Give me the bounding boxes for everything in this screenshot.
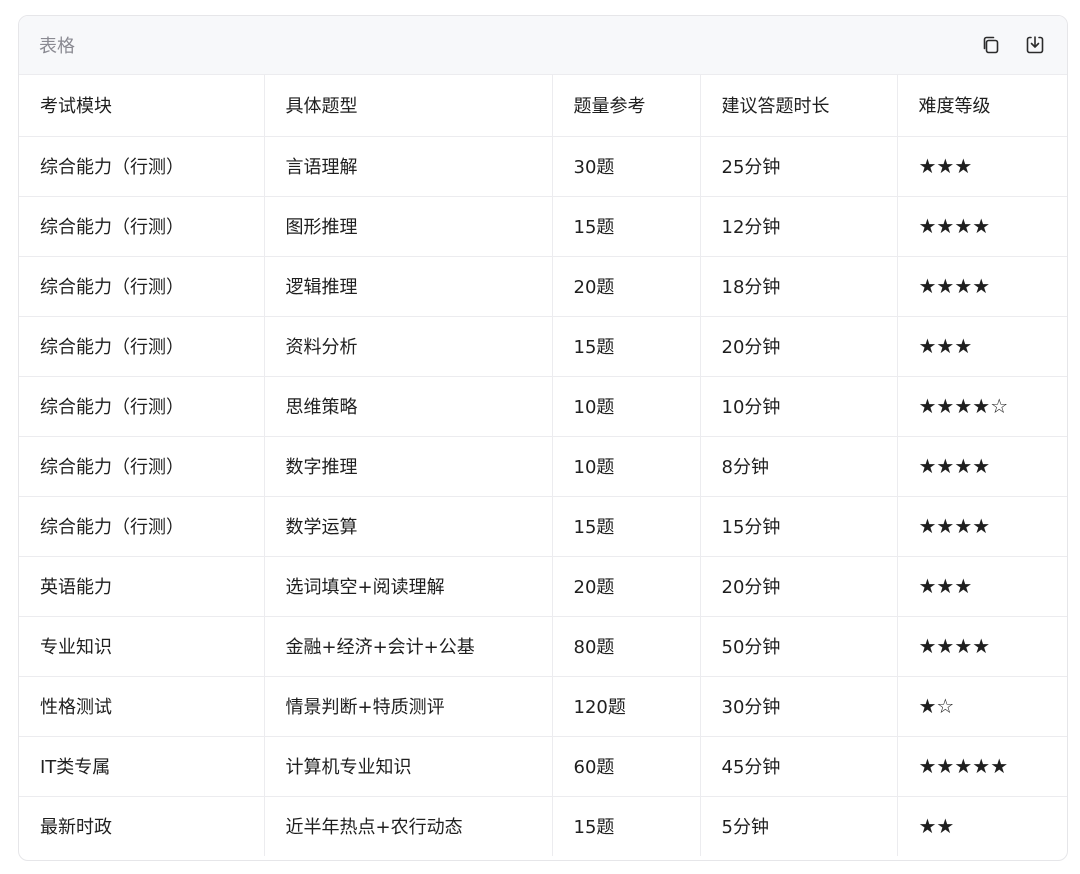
- cell-question-count: 120题: [552, 676, 701, 737]
- header-difficulty: 难度等级: [897, 75, 1067, 137]
- cell-exam-module: 综合能力（行测）: [19, 496, 265, 557]
- cell-difficulty: ★★: [918, 814, 955, 839]
- cell-difficulty: ★★★★★: [897, 736, 1067, 797]
- table-row: 最新时政 近半年热点+农行动态 15题 5分钟 ★★: [19, 796, 1067, 856]
- header-question-count: 题量参考: [552, 75, 701, 137]
- table-row: 综合能力（行测） 资料分析 15题 20分钟 ★★★: [19, 316, 1067, 377]
- cell-difficulty: ★★★: [897, 556, 1067, 617]
- header-question-type: 具体题型: [264, 75, 553, 137]
- cell-difficulty: ★☆: [897, 676, 1067, 737]
- cell-exam-module: IT类专属: [19, 736, 265, 797]
- cell-exam-module: 专业知识: [19, 616, 265, 677]
- table-row: 综合能力（行测） 逻辑推理 20题 18分钟 ★★★★: [19, 256, 1067, 317]
- data-table: 考试模块 具体题型 题量参考 建议答题时长 难度等级 综合能力（行测） 言语理解 3…: [19, 75, 1067, 856]
- cell-question-count: 15题: [552, 196, 701, 257]
- cell-suggested-time: 8分钟: [700, 436, 898, 497]
- cell-question-type: 近半年热点+农行动态: [264, 796, 553, 856]
- cell-question-count: 20题: [552, 256, 701, 317]
- table-row: 专业知识 金融+经济+会计+公基 80题 50分钟 ★★★★: [19, 616, 1067, 677]
- cell-difficulty: ★★★★: [897, 196, 1067, 257]
- cell-exam-module: 英语能力: [19, 556, 265, 617]
- header-suggested-time: 建议答题时长: [700, 75, 898, 137]
- cell-suggested-time: 25分钟: [700, 136, 898, 197]
- cell-exam-module: 综合能力（行测）: [19, 196, 265, 257]
- cell-difficulty: ★★★★: [897, 616, 1067, 677]
- table-row: IT类专属 计算机专业知识 60题 45分钟 ★★★★★: [19, 736, 1067, 797]
- cell-question-count: 80题: [552, 616, 701, 677]
- table-row: 综合能力（行测） 数字推理 10题 8分钟 ★★★★: [19, 436, 1067, 497]
- cell-difficulty: ★★★★: [897, 496, 1067, 557]
- cell-question-type: 资料分析: [264, 316, 553, 377]
- table-card-title: 表格: [39, 36, 75, 57]
- table-header-row: 考试模块 具体题型 题量参考 建议答题时长 难度等级: [19, 75, 1067, 137]
- header-exam-module: 考试模块: [19, 75, 265, 137]
- cell-suggested-time: 20分钟: [700, 316, 898, 377]
- cell-question-type: 言语理解: [264, 136, 553, 197]
- cell-difficulty: ★★★★: [897, 256, 1067, 317]
- cell-question-count: 30题: [552, 136, 701, 197]
- copy-button[interactable]: [979, 33, 1003, 57]
- table-row: 英语能力 选词填空+阅读理解 20题 20分钟 ★★★: [19, 556, 1067, 617]
- table-row: 综合能力（行测） 思维策略 10题 10分钟 ★★★★☆: [19, 376, 1067, 437]
- cell-exam-module: 综合能力（行测）: [19, 436, 265, 497]
- table-card: 表格 考试模块 具体题型 题量参考 建议答题时长 难度等级 综合能力（行测） 言…: [18, 15, 1068, 861]
- copy-icon: [983, 36, 999, 54]
- cell-question-type: 情景判断+特质测评: [264, 676, 553, 737]
- cell-question-type: 数学运算: [264, 496, 553, 557]
- cell-question-count: 15题: [552, 496, 701, 557]
- cell-question-count: 10题: [552, 436, 701, 497]
- cell-exam-module: 综合能力（行测）: [19, 376, 265, 437]
- cell-difficulty: ★★★★: [897, 436, 1067, 497]
- cell-difficulty: ★★★: [897, 136, 1067, 197]
- cell-suggested-time: 45分钟: [700, 736, 898, 797]
- cell-suggested-time: 50分钟: [700, 616, 898, 677]
- cell-difficulty: ★★★★☆: [897, 376, 1067, 437]
- cell-suggested-time: 15分钟: [700, 496, 898, 557]
- cell-question-type: 思维策略: [264, 376, 553, 437]
- cell-suggested-time: 18分钟: [700, 256, 898, 317]
- download-button[interactable]: [1023, 33, 1047, 57]
- cell-suggested-time: 20分钟: [700, 556, 898, 617]
- cell-question-type: 图形推理: [264, 196, 553, 257]
- cell-suggested-time: 5分钟: [700, 796, 898, 856]
- cell-question-type: 数字推理: [264, 436, 553, 497]
- cell-suggested-time: 10分钟: [700, 376, 898, 437]
- cell-question-count: 20题: [552, 556, 701, 617]
- cell-question-type: 逻辑推理: [264, 256, 553, 317]
- cell-suggested-time: 12分钟: [700, 196, 898, 257]
- cell-suggested-time: 30分钟: [700, 676, 898, 737]
- cell-exam-module: 综合能力（行测）: [19, 316, 265, 377]
- table-row: 综合能力（行测） 言语理解 30题 25分钟 ★★★: [19, 136, 1067, 197]
- cell-exam-module: 综合能力（行测）: [19, 136, 265, 197]
- table-row: 综合能力（行测） 数学运算 15题 15分钟 ★★★★: [19, 496, 1067, 557]
- download-icon: [1026, 36, 1044, 54]
- table-row: 综合能力（行测） 图形推理 15题 12分钟 ★★★★: [19, 196, 1067, 257]
- table-row: 性格测试 情景判断+特质测评 120题 30分钟 ★☆: [19, 676, 1067, 737]
- cell-exam-module: 综合能力（行测）: [19, 256, 265, 317]
- cell-exam-module: 性格测试: [19, 676, 265, 737]
- cell-question-count: 10题: [552, 376, 701, 437]
- cell-question-count: 15题: [552, 796, 701, 856]
- cell-question-count: 15题: [552, 316, 701, 377]
- cell-question-type: 计算机专业知识: [264, 736, 553, 797]
- cell-question-type: 选词填空+阅读理解: [264, 556, 553, 617]
- cell-question-type: 金融+经济+会计+公基: [264, 616, 553, 677]
- table-card-header: 表格: [19, 16, 1067, 75]
- cell-exam-module: 最新时政: [19, 796, 265, 856]
- cell-question-count: 60题: [552, 736, 701, 797]
- cell-difficulty: ★★★: [897, 316, 1067, 377]
